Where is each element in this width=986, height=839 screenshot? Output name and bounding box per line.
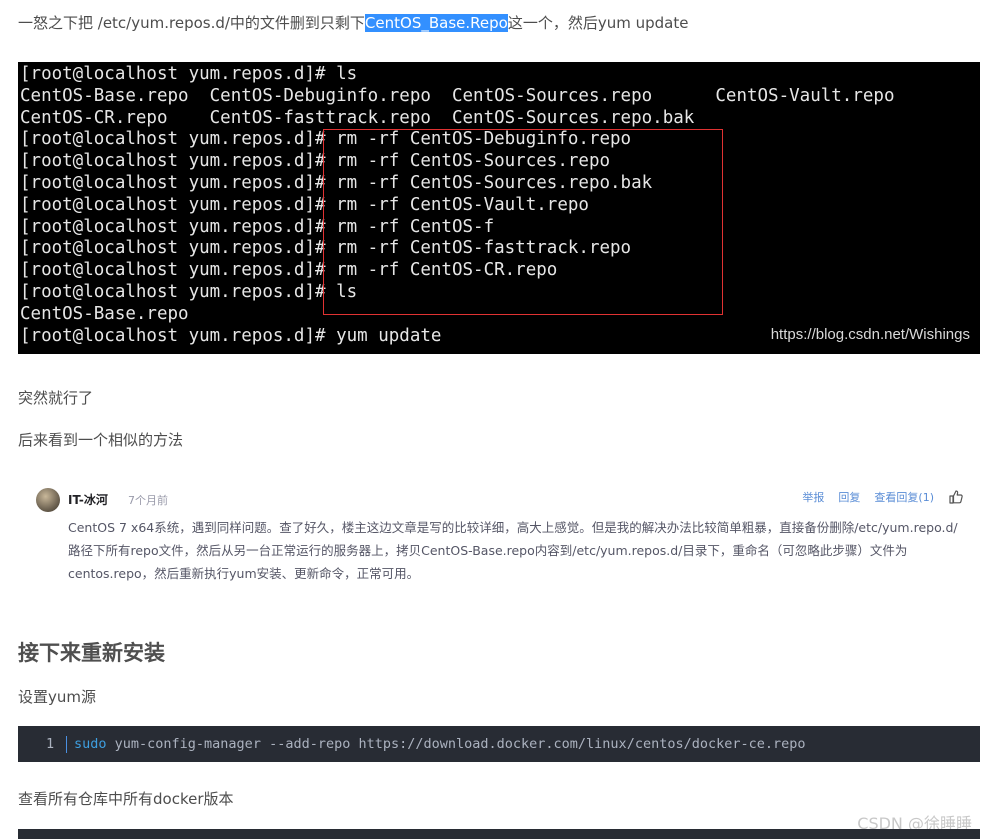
avatar[interactable] [36, 488, 60, 512]
paragraph-success: 突然就行了 [18, 389, 94, 407]
intro-paragraph: 一怒之下把 /etc/yum.repos.d/中的文件删到只剩下CentOS_B… [18, 12, 688, 34]
image-watermark: https://blog.csdn.net/Wishings [770, 326, 970, 344]
paragraph-list-docker-versions: 查看所有仓库中所有docker版本 [18, 790, 234, 808]
reply-link[interactable]: 回复 [838, 489, 860, 505]
comment-username[interactable]: IT-冰河 [68, 491, 108, 508]
selected-text: CentOS_Base.Repo [364, 14, 508, 32]
section-heading: 接下来重新安装 [18, 641, 165, 665]
line-number: 1 [46, 736, 55, 752]
code-block: 1 sudo yum-config-manager --add-repo htt… [18, 726, 980, 762]
code-keyword: sudo [74, 736, 107, 752]
gutter-divider [66, 736, 67, 753]
code-command: yum-config-manager --add-repo https://do… [106, 736, 806, 752]
intro-text-before: 一怒之下把 /etc/yum.repos.d/中的文件删到只剩下 [18, 14, 365, 32]
code-line[interactable]: sudo yum-config-manager --add-repo https… [74, 726, 806, 762]
report-link[interactable]: 举报 [802, 489, 824, 505]
terminal-line: CentOS-CR.repo CentOS-fasttrack.repo Cen… [20, 107, 695, 128]
intro-text-after: 这一个，然后yum update [507, 14, 689, 32]
red-highlight-box [323, 129, 723, 315]
terminal-screenshot: [root@localhost yum.repos.d]# ls CentOS-… [18, 62, 980, 354]
paragraph-similar-method: 后来看到一个相似的方法 [18, 431, 184, 449]
comment-actions: 举报 回复 查看回复(1) [788, 489, 964, 505]
comment-body: CentOS 7 x64系统，遇到同样问题。查了好久，楼主这边文章是写的比较详细… [68, 520, 958, 581]
code-block-next [18, 829, 980, 839]
paragraph-set-yum-source: 设置yum源 [18, 688, 96, 706]
comment-time: 7个月前 [128, 494, 168, 507]
like-icon[interactable] [948, 489, 964, 505]
terminal-line: [root@localhost yum.repos.d]# ls [20, 64, 358, 84]
view-replies-link[interactable]: 查看回复(1) [874, 489, 934, 505]
terminal-line: CentOS-Base.repo CentOS-Debuginfo.repo C… [20, 85, 895, 106]
